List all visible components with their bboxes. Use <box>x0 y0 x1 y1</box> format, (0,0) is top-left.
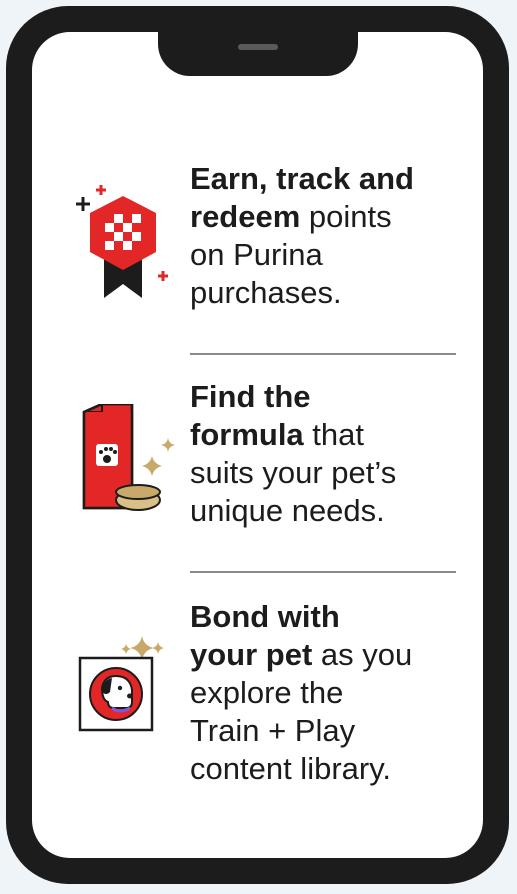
divider <box>190 571 456 573</box>
feature-text-line: on Purina <box>190 237 323 272</box>
feature-bold-word: your pet <box>190 637 313 672</box>
feature-text-rest: as you <box>312 637 413 672</box>
phone-notch <box>158 32 358 76</box>
feature-bold-line: Find the <box>190 379 311 414</box>
feature-text-rest: that <box>303 417 365 452</box>
feature-text-line: Train + Play <box>190 713 356 748</box>
phone-frame: Earn, track and redeem points on Purina … <box>6 6 509 884</box>
feature-text-line: purchases. <box>190 275 342 310</box>
feature-bold-line: Earn, track and <box>190 161 414 196</box>
speaker-grille <box>238 44 278 50</box>
feature-text: Bond with your pet as you explore the Tr… <box>190 598 480 788</box>
phone-screen: Earn, track and redeem points on Purina … <box>32 32 483 858</box>
feature-text-line: content library. <box>190 751 392 786</box>
feature-text: Earn, track and redeem points on Purina … <box>190 160 480 312</box>
feature-bold-word: redeem <box>190 199 301 234</box>
checkered-badge-icon <box>76 185 168 298</box>
feature-text-line: suits your pet’s <box>190 455 397 490</box>
pet-food-bag-icon <box>82 404 175 511</box>
feature-text-line: explore the <box>190 675 344 710</box>
feature-bold-line: Bond with <box>190 599 340 634</box>
feature-text: Find the formula that suits your pet’s u… <box>190 378 480 530</box>
feature-text-line: unique needs. <box>190 493 385 528</box>
feature-bold-word: formula <box>190 417 304 452</box>
divider <box>190 353 456 355</box>
feature-text-rest: points <box>300 199 392 234</box>
dog-frame-icon <box>78 636 164 732</box>
